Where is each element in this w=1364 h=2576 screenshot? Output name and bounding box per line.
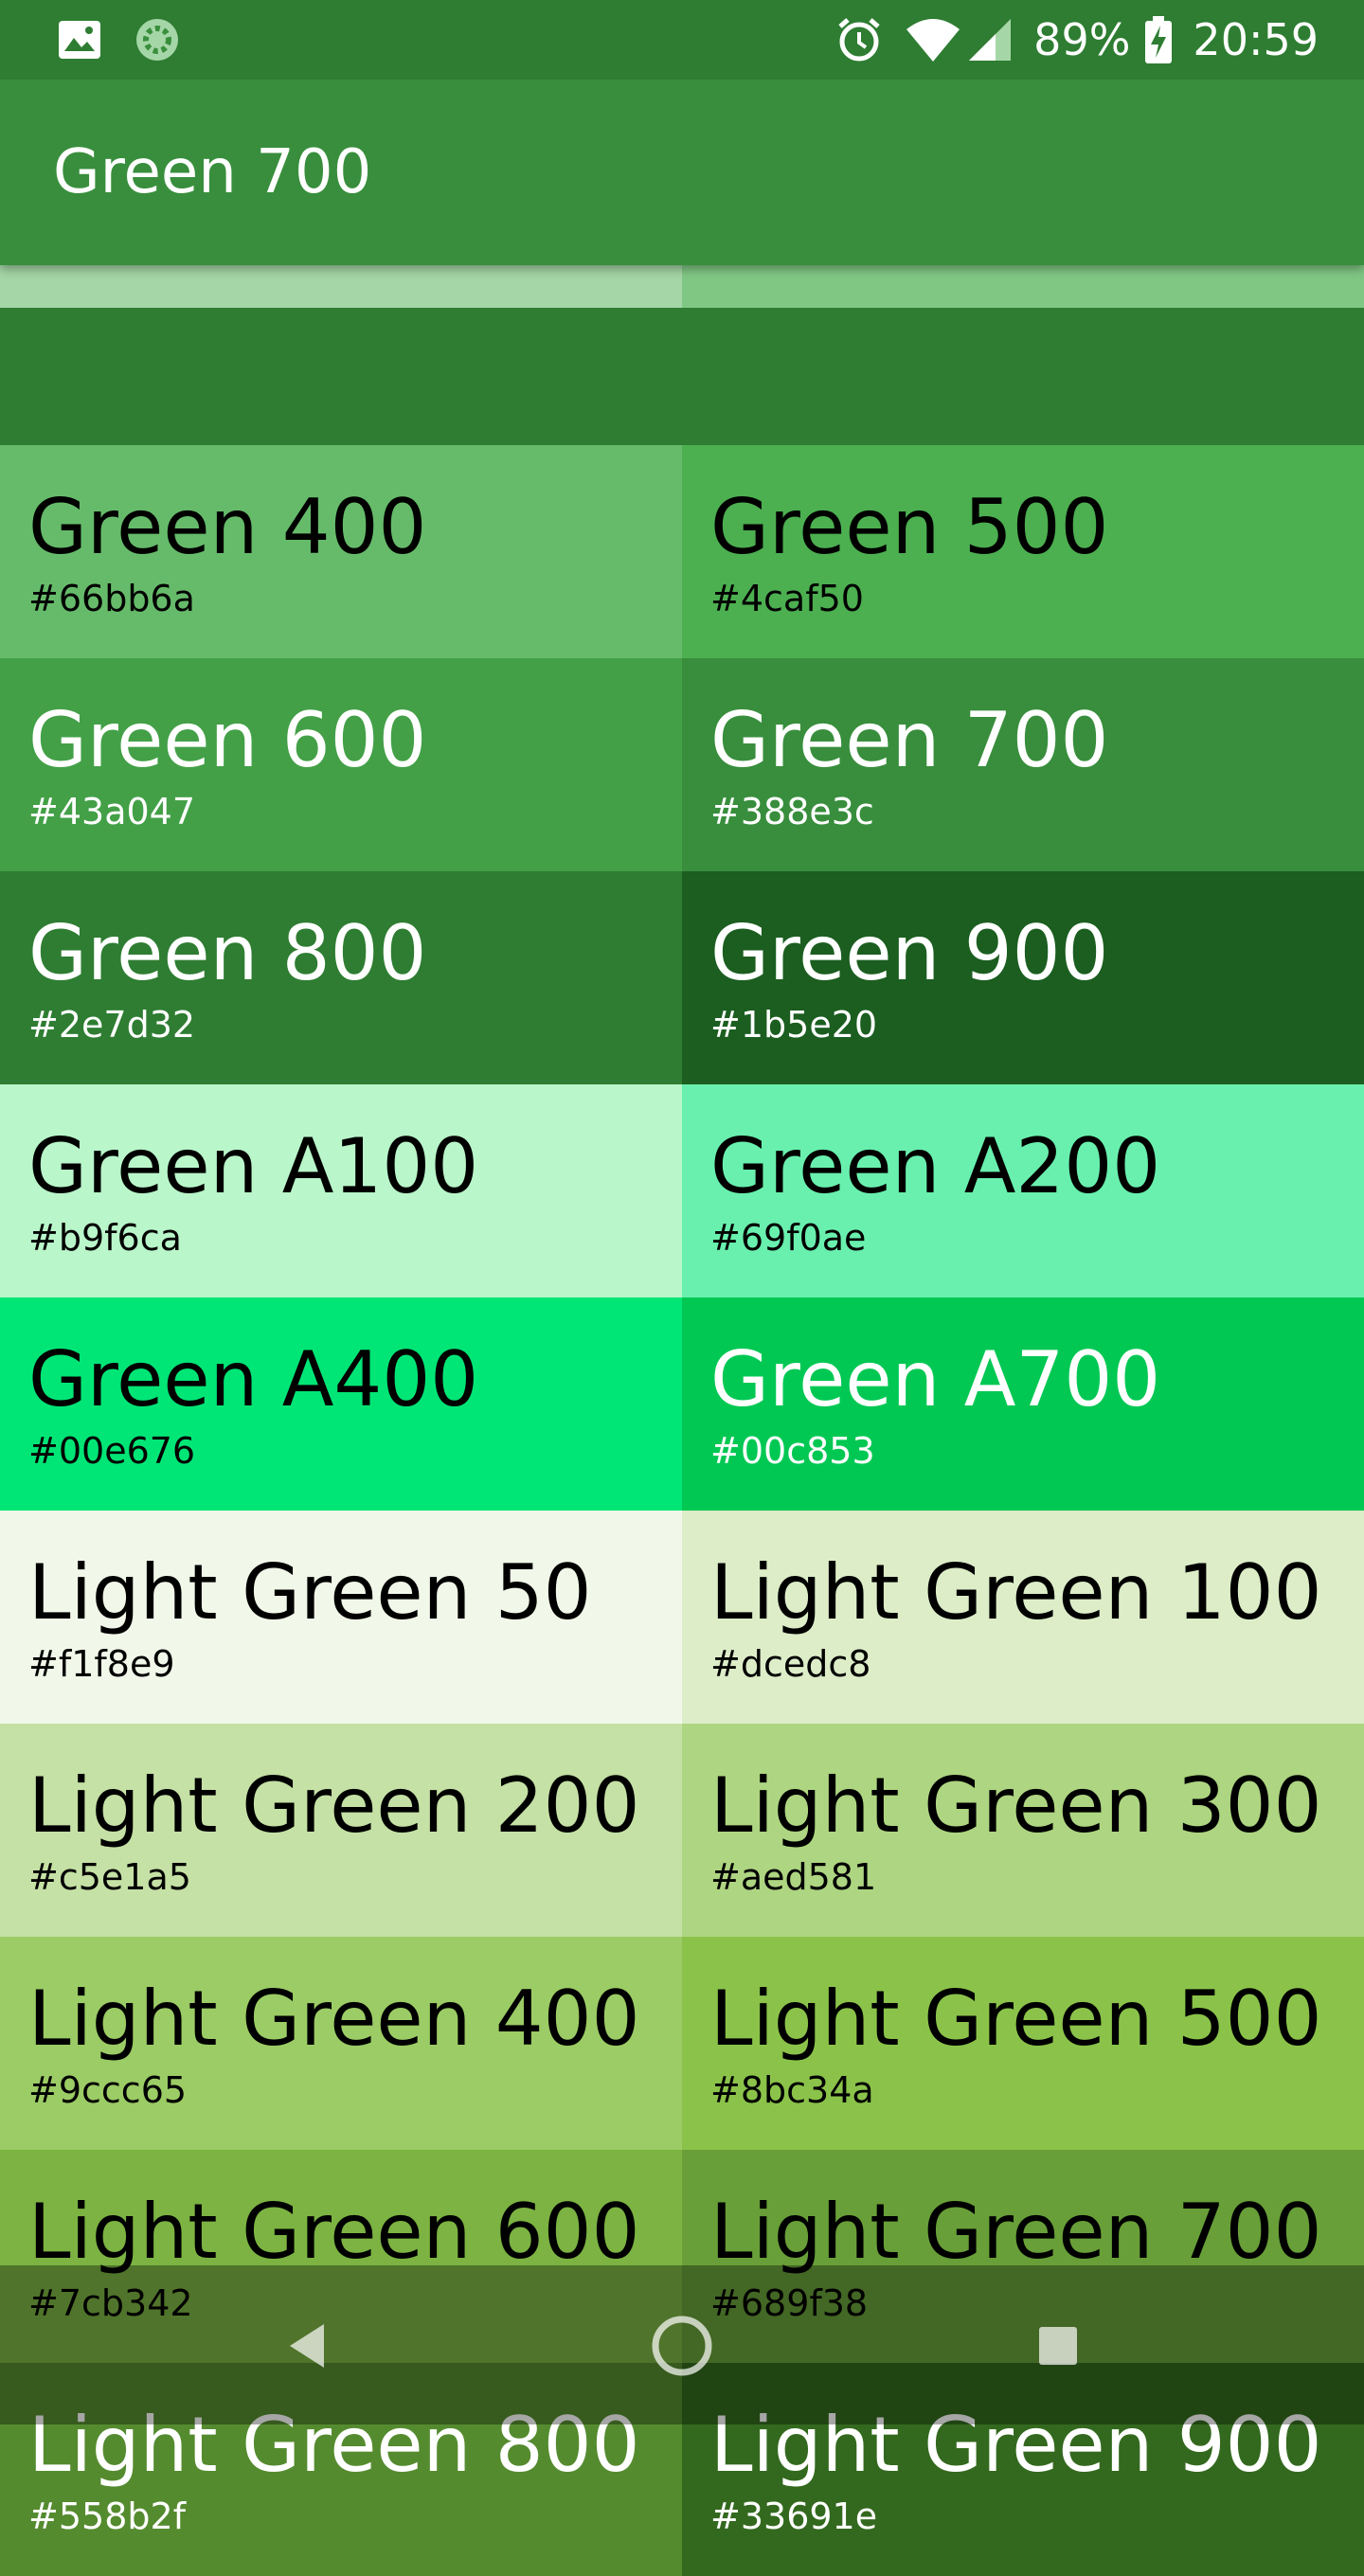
color-tile[interactable]: Light Green 300 #aed581 <box>682 1724 1364 1937</box>
color-tile-name: Light Green 700 <box>710 2188 1322 2276</box>
color-tile-hex: #9ccc65 <box>28 2069 188 2111</box>
color-tile-name: Light Green 500 <box>710 1975 1322 2063</box>
color-tile-hex: #00c853 <box>710 1430 875 1472</box>
color-tile-hex: #69f0ae <box>710 1217 867 1259</box>
navigation-bar <box>0 2265 1364 2424</box>
color-tile-name: Green A700 <box>710 1335 1161 1423</box>
color-tile[interactable]: Light Green 500 #8bc34a <box>682 1937 1364 2150</box>
battery-text: 89% <box>1033 14 1131 65</box>
color-tile[interactable]: Green 900 #1b5e20 <box>682 871 1364 1084</box>
color-tile-hex: #66bb6a <box>28 578 195 619</box>
color-tile-name: Green 900 <box>710 909 1109 997</box>
recents-icon[interactable] <box>1015 2303 1101 2388</box>
color-tile-hex: #00e676 <box>28 1430 196 1472</box>
color-tile-name: Green A200 <box>710 1122 1161 1210</box>
image-icon <box>59 21 100 59</box>
color-tile-hex: #1b5e20 <box>710 1004 878 1046</box>
color-tile-name: Light Green 600 <box>28 2188 640 2276</box>
color-tile[interactable]: Green 500 #4caf50 <box>682 445 1364 658</box>
color-tile-name: Green A100 <box>28 1122 479 1210</box>
color-tile-name: Green 600 <box>28 696 427 784</box>
color-tile-name: Green 500 <box>710 483 1109 571</box>
color-tile-hex: #33691e <box>710 2496 878 2537</box>
color-tile-name: Light Green 50 <box>28 1548 592 1637</box>
battery-charging-icon <box>1145 16 1173 63</box>
color-tile-name: Green 400 <box>28 483 427 571</box>
color-tile-hex: #558b2f <box>28 2496 187 2537</box>
color-tile[interactable]: Green A100 #b9f6ca <box>0 1084 682 1297</box>
color-tile[interactable]: Green A700 #00c853 <box>682 1297 1364 1511</box>
color-tile[interactable]: Green 800 #2e7d32 <box>0 871 682 1084</box>
home-icon[interactable] <box>639 2303 725 2388</box>
color-tile-hex: #8bc34a <box>710 2069 874 2111</box>
color-tile-name: Green 800 <box>28 909 427 997</box>
color-tile[interactable]: Green 700 #388e3c <box>682 658 1364 871</box>
color-tile-name: Green A400 <box>28 1335 479 1423</box>
color-tile[interactable]: Green 600 #43a047 <box>0 658 682 871</box>
color-tile-name: Light Green 200 <box>28 1762 640 1850</box>
color-tile[interactable]: Light Green 50 #f1f8e9 <box>0 1511 682 1724</box>
color-tile-hex: #4caf50 <box>710 578 864 619</box>
app-bar: Green 700 <box>0 80 1364 265</box>
color-tile-hex: #c5e1a5 <box>28 1856 191 1898</box>
alarm-icon <box>838 18 880 62</box>
page-title: Green 700 <box>53 137 372 207</box>
wifi-icon <box>906 19 960 62</box>
status-right: 89% 20:59 <box>814 0 1319 80</box>
color-tile[interactable]: Green A200 #69f0ae <box>682 1084 1364 1297</box>
color-tile[interactable]: Light Green 100 #dcedc8 <box>682 1511 1364 1724</box>
color-tile-hex: #b9f6ca <box>28 1217 182 1259</box>
status-bar: 89% 20:59 <box>0 0 1364 80</box>
color-tile-name: Light Green 100 <box>710 1548 1322 1637</box>
color-tile-name: Light Green 300 <box>710 1762 1322 1850</box>
sync-icon <box>136 19 178 61</box>
clock: 20:59 <box>1193 14 1319 65</box>
back-icon[interactable] <box>265 2303 350 2388</box>
color-tile-hex: #aed581 <box>710 1856 877 1898</box>
color-tile[interactable]: Light Green 200 #c5e1a5 <box>0 1724 682 1937</box>
color-tile[interactable]: Light Green 400 #9ccc65 <box>0 1937 682 2150</box>
color-tile-hex: #f1f8e9 <box>28 1643 175 1685</box>
color-tile[interactable]: Green A400 #00e676 <box>0 1297 682 1511</box>
color-tile-hex: #2e7d32 <box>28 1004 196 1046</box>
color-grid: #a5d6a7#81c784Green 400#66bb6aGreen 500#… <box>0 232 1364 2576</box>
color-tile-hex: #dcedc8 <box>710 1643 871 1685</box>
color-tile-hex: #388e3c <box>710 791 874 832</box>
color-tile-name: Light Green 400 <box>28 1975 640 2063</box>
color-tile[interactable]: Green 400 #66bb6a <box>0 445 682 658</box>
signal-icon <box>969 19 1012 61</box>
color-tile-name: Green 700 <box>710 696 1109 784</box>
color-tile-hex: #43a047 <box>28 791 196 832</box>
